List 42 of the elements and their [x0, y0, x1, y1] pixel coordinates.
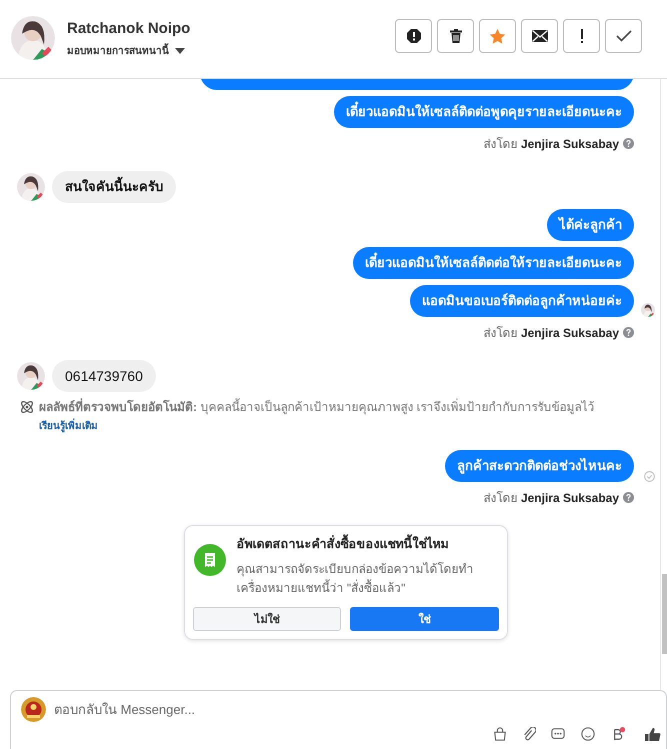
block-icon [406, 28, 422, 44]
star-icon [489, 28, 506, 44]
emoji-icon[interactable] [580, 727, 596, 741]
help-icon[interactable] [623, 138, 634, 149]
sent-by-label: ส่งโดย Jenjira Suksabay [484, 136, 619, 153]
help-icon[interactable] [623, 327, 634, 338]
yes-button[interactable]: ใช่ [350, 607, 498, 631]
receipt-icon [194, 544, 226, 576]
message-bubble: ลูกค้าสะดวกติดต่อช่วงไหนคะ [445, 450, 634, 482]
envelope-icon [530, 29, 548, 43]
star-button[interactable] [479, 19, 516, 53]
atom-icon [19, 399, 35, 415]
delete-button[interactable] [437, 19, 474, 53]
notice-text: ผลลัพธ์ที่ตรวจพบโดยอัตโนมัติ: บุคคลนี้อาจเป็นลูกค้าเป้าหมายคุณภาพสูง เราจึงเพิ่มป้ายกำกับการรับข้อมูลไว้ เรียนรู้เพิ่มเติม [39, 398, 596, 434]
report-button[interactable] [395, 19, 432, 53]
contact-name: Ratchanok Noipo [67, 20, 192, 37]
message-bubble: เดี๋ยวแอดมินให้เซลล์ติดต่อพูดคุยรายละเอียดนะคะ [334, 96, 634, 128]
sent-by-label: ส่งโดย Jenjira Suksabay [484, 325, 619, 342]
caret-icon [175, 48, 185, 54]
assign-dropdown[interactable]: มอบหมายการสนทนานี้ [67, 43, 185, 58]
scrollbar-thumb[interactable] [662, 574, 667, 654]
mark-unread-button[interactable] [521, 19, 558, 53]
page-avatar-icon [21, 697, 46, 722]
thumbs-up-icon[interactable] [642, 727, 662, 741]
message-bubble: แอดมินขอเบอร์ติดต่อลูกค้าหน่อยค่ะ [410, 285, 634, 317]
done-button[interactable] [605, 19, 642, 53]
learn-more-link[interactable]: เรียนรู้เพิ่มเติม [39, 421, 98, 432]
shopping-bag-icon[interactable] [492, 727, 508, 741]
sent-by-label: ส่งโดย Jenjira Suksabay [484, 490, 619, 507]
chat-bubble-icon[interactable] [550, 727, 566, 741]
checkmark-icon [616, 30, 632, 42]
message-bubble: เดี๋ยวแอดมินให้เซลล์ติดต่อให้รายละเอียดนะคะ [353, 247, 634, 279]
prompt-text: คุณสามารถจัดระเบียบกล่องข้อความได้โดยทำเครื่องหมายแชทนี้ว่า "สั่งซื้อแล้ว" [236, 561, 474, 597]
message-bubble: สนใจคันนี้นะครับ [52, 171, 176, 203]
no-button[interactable]: ไม่ใช่ [192, 607, 341, 631]
exclamation-icon [578, 28, 584, 44]
trash-icon [448, 28, 464, 44]
help-icon[interactable] [623, 492, 634, 503]
message-bubble: ได้ค่ะลูกค้า [547, 209, 634, 241]
prompt-title: อัพเดตสถานะคำสั่งซื้อของแชทนี้ใช่ไหม [236, 534, 498, 554]
paperclip-icon[interactable] [522, 727, 536, 741]
message-bubble: 0614739760 [52, 360, 156, 392]
